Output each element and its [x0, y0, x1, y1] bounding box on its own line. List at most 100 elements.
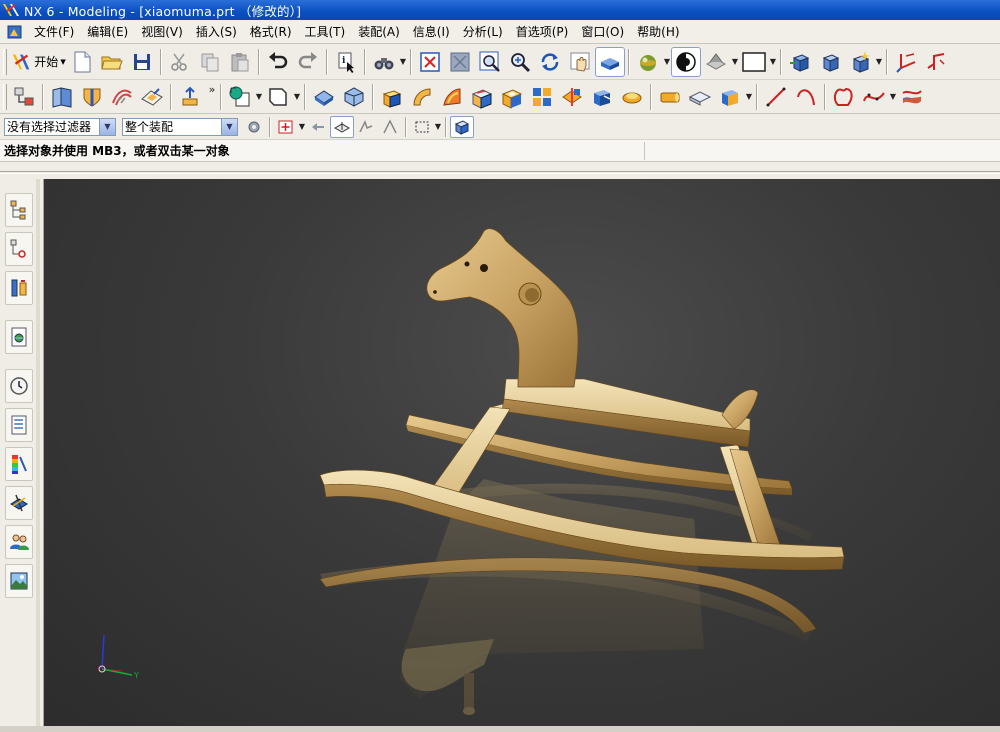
toolbar-grip[interactable]	[3, 48, 7, 75]
snap-view-button[interactable]	[815, 47, 845, 77]
assembly-navigator-button[interactable]	[9, 82, 39, 112]
snap-point-button[interactable]	[274, 116, 298, 138]
information-button[interactable]: i	[331, 47, 361, 77]
rectangle-select-button[interactable]	[410, 116, 434, 138]
view-binoculars-button[interactable]	[369, 47, 399, 77]
spline-dropdown-icon[interactable]: ▼	[889, 82, 897, 112]
menu-assemblies[interactable]: 装配(A)	[352, 22, 407, 42]
split-dropdown-icon[interactable]: ▼	[745, 82, 753, 112]
undo-button[interactable]	[263, 47, 293, 77]
cube-view-button[interactable]	[450, 115, 474, 138]
thicken-button[interactable]	[685, 82, 715, 112]
line-button[interactable]	[761, 82, 791, 112]
copy-button[interactable]	[195, 47, 225, 77]
type-filter-select[interactable]: 没有选择过滤器 ▼	[4, 117, 116, 136]
start-button[interactable]: 开始 ▼	[9, 47, 67, 77]
tube-button[interactable]	[655, 82, 685, 112]
part-window-icon[interactable]	[6, 23, 24, 41]
split-body-button[interactable]	[715, 82, 745, 112]
redo-button[interactable]	[293, 47, 323, 77]
sketch-button[interactable]	[225, 82, 255, 112]
unite-button[interactable]	[309, 82, 339, 112]
menu-edit[interactable]: 编辑(E)	[81, 22, 135, 42]
graphics-window[interactable]: Y	[44, 179, 1000, 732]
orient-view-button[interactable]	[785, 47, 815, 77]
sweep-button[interactable]	[107, 82, 137, 112]
toolbar-overflow-icon[interactable]: »	[205, 83, 217, 96]
chevron-down-icon[interactable]: ▼	[99, 118, 115, 135]
datum-dropdown-icon[interactable]: ▼	[293, 82, 301, 112]
menu-insert[interactable]: 插入(S)	[190, 22, 244, 42]
mirror-button[interactable]	[557, 82, 587, 112]
wcs-button[interactable]	[891, 47, 921, 77]
paste-button[interactable]	[225, 47, 255, 77]
pan-button[interactable]	[565, 47, 595, 77]
system-scenes-tab[interactable]	[5, 564, 33, 598]
edge-blend-button[interactable]	[377, 82, 407, 112]
highlight-dropdown-icon[interactable]: ▼	[875, 47, 883, 77]
background-button[interactable]	[671, 46, 701, 77]
face-edit-button[interactable]	[137, 82, 167, 112]
filter-settings-button[interactable]	[242, 116, 266, 138]
color-swatch-button[interactable]	[739, 47, 769, 77]
roles-tab[interactable]	[5, 525, 33, 559]
selection-scope-select[interactable]: 整个装配 ▼	[122, 117, 238, 136]
menu-analysis[interactable]: 分析(L)	[457, 22, 510, 42]
reuse-library-tab[interactable]	[5, 408, 33, 442]
save-button[interactable]	[127, 47, 157, 77]
offset-face-button[interactable]	[617, 82, 647, 112]
chamfer-button[interactable]	[407, 82, 437, 112]
sketch-dropdown-icon[interactable]: ▼	[255, 82, 263, 112]
rotate-button[interactable]	[535, 47, 565, 77]
binoculars-dropdown-icon[interactable]: ▼	[399, 47, 407, 77]
surface-button[interactable]	[897, 82, 927, 112]
studio-spline-button[interactable]	[829, 82, 859, 112]
spline-button[interactable]	[859, 82, 889, 112]
select-curve-button[interactable]	[378, 116, 402, 138]
book-button[interactable]	[47, 82, 77, 112]
snap-dropdown-icon[interactable]: ▼	[298, 116, 306, 138]
pattern-button[interactable]	[527, 82, 557, 112]
menu-tools[interactable]: 工具(T)	[299, 22, 353, 42]
new-button[interactable]	[67, 47, 97, 77]
menu-preferences[interactable]: 首选项(P)	[510, 22, 576, 42]
arc-button[interactable]	[791, 82, 821, 112]
history-tab[interactable]	[5, 369, 33, 403]
highlight-button[interactable]	[845, 47, 875, 77]
wcs-orient-button[interactable]	[921, 47, 951, 77]
draft-button[interactable]	[437, 82, 467, 112]
menu-file[interactable]: 文件(F)	[28, 22, 81, 42]
menu-window[interactable]: 窗口(O)	[575, 22, 631, 42]
constraint-navigator-tab[interactable]	[5, 232, 33, 266]
zoom-in-out-button[interactable]	[505, 47, 535, 77]
cut-button[interactable]	[165, 47, 195, 77]
datum-plane-button[interactable]	[263, 82, 293, 112]
palette-tab[interactable]	[5, 447, 33, 481]
menu-help[interactable]: 帮助(H)	[631, 22, 686, 42]
rocking-horse-model[interactable]	[44, 179, 1000, 732]
select-feature-button[interactable]	[354, 116, 378, 138]
shell-button[interactable]	[467, 82, 497, 112]
render-dropdown-icon[interactable]: ▼	[663, 47, 671, 77]
zoom-button[interactable]	[475, 47, 505, 77]
assembly-navigator-tab[interactable]	[5, 193, 33, 227]
trim-body-button[interactable]	[587, 82, 617, 112]
section-view-button[interactable]	[701, 47, 731, 77]
extrude-button[interactable]	[175, 82, 205, 112]
open-button[interactable]	[97, 47, 127, 77]
part-navigator-tab[interactable]	[5, 271, 33, 305]
swatch-dropdown-icon[interactable]: ▼	[769, 47, 777, 77]
subtract-button[interactable]	[339, 82, 369, 112]
chevron-down-icon[interactable]: ▼	[221, 118, 237, 135]
back-arrow-button[interactable]	[306, 116, 330, 138]
section-dropdown-icon[interactable]: ▼	[731, 47, 739, 77]
select-face-button[interactable]	[330, 115, 354, 138]
menu-information[interactable]: 信息(I)	[407, 22, 457, 42]
process-studio-tab[interactable]	[5, 486, 33, 520]
menu-format[interactable]: 格式(R)	[244, 22, 299, 42]
rectangle-dropdown-icon[interactable]: ▼	[434, 116, 442, 138]
zoom-window-button[interactable]	[445, 47, 475, 77]
shaded-view-button[interactable]	[595, 46, 625, 77]
shield-feature-button[interactable]	[77, 82, 107, 112]
web-browser-tab[interactable]	[5, 320, 33, 354]
